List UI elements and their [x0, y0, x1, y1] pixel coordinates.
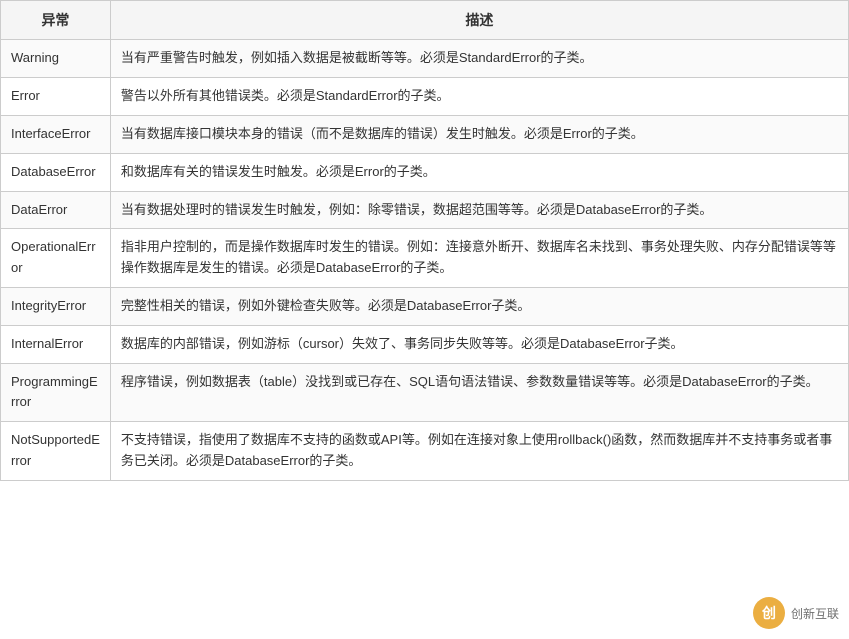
exception-name: IntegrityError	[1, 287, 111, 325]
exception-name: OperationalError	[1, 229, 111, 288]
table-header-row: 异常 描述	[1, 1, 849, 40]
exception-description: 完整性相关的错误，例如外键检查失败等。必须是DatabaseError子类。	[110, 287, 848, 325]
table-row: NotSupportedError不支持错误，指使用了数据库不支持的函数或API…	[1, 422, 849, 481]
exception-description: 程序错误，例如数据表（table）没找到或已存在、SQL语句语法错误、参数数量错…	[110, 363, 848, 422]
watermark-text: 创新互联	[791, 605, 839, 622]
exception-description: 当有严重警告时触发，例如插入数据是被截断等等。必须是StandardError的…	[110, 40, 848, 78]
table-row: IntegrityError完整性相关的错误，例如外键检查失败等。必须是Data…	[1, 287, 849, 325]
exception-description: 当有数据处理时的错误发生时触发，例如：除零错误，数据超范围等等。必须是Datab…	[110, 191, 848, 229]
table-row: InternalError数据库的内部错误，例如游标（cursor）失效了、事务…	[1, 325, 849, 363]
exception-description: 和数据库有关的错误发生时触发。必须是Error的子类。	[110, 153, 848, 191]
exception-description: 数据库的内部错误，例如游标（cursor）失效了、事务同步失败等等。必须是Dat…	[110, 325, 848, 363]
exception-name: InterfaceError	[1, 115, 111, 153]
table-row: InterfaceError当有数据库接口模块本身的错误（而不是数据库的错误）发…	[1, 115, 849, 153]
table-row: Warning当有严重警告时触发，例如插入数据是被截断等等。必须是Standar…	[1, 40, 849, 78]
exception-description: 不支持错误，指使用了数据库不支持的函数或API等。例如在连接对象上使用rollb…	[110, 422, 848, 481]
table-row: ProgrammingError程序错误，例如数据表（table）没找到或已存在…	[1, 363, 849, 422]
exception-description: 当有数据库接口模块本身的错误（而不是数据库的错误）发生时触发。必须是Error的…	[110, 115, 848, 153]
col-header-description: 描述	[110, 1, 848, 40]
exception-name: Warning	[1, 40, 111, 78]
exception-description: 警告以外所有其他错误类。必须是StandardError的子类。	[110, 78, 848, 116]
col-header-exception: 异常	[1, 1, 111, 40]
watermark: 创 创新互联	[753, 597, 839, 629]
exception-description: 指非用户控制的，而是操作数据库时发生的错误。例如：连接意外断开、数据库名未找到、…	[110, 229, 848, 288]
exception-name: ProgrammingError	[1, 363, 111, 422]
exception-name: DatabaseError	[1, 153, 111, 191]
table-row: OperationalError指非用户控制的，而是操作数据库时发生的错误。例如…	[1, 229, 849, 288]
watermark-logo: 创	[753, 597, 785, 629]
exception-name: Error	[1, 78, 111, 116]
table-row: DatabaseError和数据库有关的错误发生时触发。必须是Error的子类。	[1, 153, 849, 191]
main-container: 异常 描述 Warning当有严重警告时触发，例如插入数据是被截断等等。必须是S…	[0, 0, 849, 639]
table-row: DataError当有数据处理时的错误发生时触发，例如：除零错误，数据超范围等等…	[1, 191, 849, 229]
exceptions-table: 异常 描述 Warning当有严重警告时触发，例如插入数据是被截断等等。必须是S…	[0, 0, 849, 481]
exception-name: InternalError	[1, 325, 111, 363]
table-row: Error警告以外所有其他错误类。必须是StandardError的子类。	[1, 78, 849, 116]
exception-name: DataError	[1, 191, 111, 229]
exception-name: NotSupportedError	[1, 422, 111, 481]
